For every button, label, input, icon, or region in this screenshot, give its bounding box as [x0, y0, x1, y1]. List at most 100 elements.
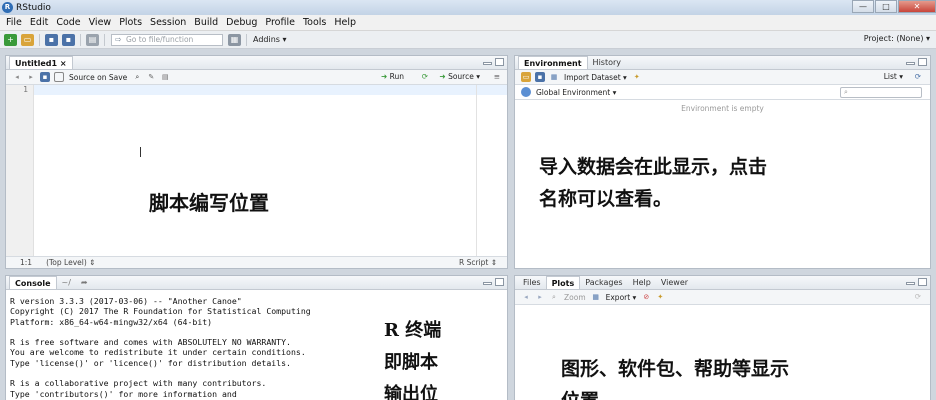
code-editor[interactable]: 1 脚本编写位置: [6, 85, 507, 256]
menu-tools[interactable]: Tools: [299, 17, 330, 28]
console-output[interactable]: R version 3.3.3 (2017-03-06) -- "Another…: [10, 296, 311, 399]
minimize-pane-icon[interactable]: [483, 282, 492, 285]
source-button[interactable]: ➜ Source ▾: [439, 72, 480, 81]
pane-layout-icon[interactable]: ▦: [228, 33, 241, 46]
environment-search-input[interactable]: ⌕: [840, 87, 922, 98]
previous-plot-icon[interactable]: ◂: [521, 292, 531, 302]
zoom-button[interactable]: Zoom: [564, 293, 586, 302]
save-workspace-icon[interactable]: ▪: [535, 72, 545, 82]
goto-file-input[interactable]: Go to file/function: [111, 33, 223, 46]
source-arrow-icon: ➜: [439, 72, 449, 81]
files-pane: Files Plots Packages Help Viewer ◂ ▸ ⌕ Z…: [514, 275, 931, 400]
save-icon[interactable]: ▪: [45, 33, 58, 46]
files-tabs: Files Plots Packages Help Viewer: [515, 276, 930, 290]
console-line: Type 'license()' or 'licence()' for dist…: [10, 357, 291, 368]
tab-untitled1[interactable]: Untitled1 ×: [9, 56, 73, 69]
toolbar-divider: [104, 33, 105, 46]
menu-profile[interactable]: Profile: [261, 17, 299, 28]
tab-files[interactable]: Files: [518, 276, 546, 289]
maximize-pane-icon[interactable]: [918, 278, 927, 286]
environment-pane: Environment History ▭ ▪ ▦ Import Dataset…: [514, 55, 931, 269]
menu-build[interactable]: Build: [190, 17, 222, 28]
tab-environment[interactable]: Environment: [518, 56, 588, 69]
title-bar: R RStudio — □ ✕: [0, 0, 936, 15]
search-icon[interactable]: ⌕: [132, 72, 142, 82]
project-menu[interactable]: Project: (None) ▾: [864, 34, 930, 43]
main-toolbar: + ▭ ▪ ▪ ▤ Go to file/function ▦ Addins ▾…: [0, 31, 936, 49]
close-button[interactable]: ✕: [898, 0, 936, 13]
maximize-pane-icon[interactable]: [495, 58, 504, 66]
pane-controls: [906, 278, 927, 286]
menu-plots[interactable]: Plots: [115, 17, 146, 28]
global-environment-menu[interactable]: Global Environment ▾: [536, 88, 616, 97]
menu-view[interactable]: View: [85, 17, 116, 28]
menu-debug[interactable]: Debug: [222, 17, 261, 28]
cursor-position: 1:1: [20, 258, 33, 267]
text-cursor-icon: [140, 147, 141, 157]
minimize-button[interactable]: —: [852, 0, 874, 13]
console-working-dir: ~/: [61, 278, 71, 287]
tab-packages[interactable]: Packages: [580, 276, 627, 289]
console-annotation-line3: 输出位: [384, 384, 438, 400]
maximize-pane-icon[interactable]: [495, 278, 504, 286]
back-arrow-icon[interactable]: ◂: [12, 72, 22, 82]
minimize-pane-icon[interactable]: [906, 282, 915, 285]
console-line: You are welcome to redistribute it under…: [10, 347, 306, 358]
file-type-menu[interactable]: R Script ⇕: [459, 258, 497, 267]
clear-broom-icon[interactable]: ✦: [632, 72, 642, 82]
import-dataset-menu[interactable]: Import Dataset ▾: [564, 73, 627, 82]
source-toolbar: ◂ ▸ ▪ Source on Save ⌕ ✎ ▤ ➜ Run ⟳ ➜ Sou…: [6, 70, 507, 85]
save-source-icon[interactable]: ▪: [40, 72, 50, 82]
goto-dir-icon[interactable]: ➦: [76, 276, 93, 289]
maximize-button[interactable]: □: [875, 0, 897, 13]
window-controls: — □ ✕: [851, 0, 936, 15]
source-on-save-checkbox[interactable]: [54, 72, 64, 82]
addins-menu[interactable]: Addins ▾: [253, 35, 287, 44]
pane-controls: [483, 278, 504, 286]
console-line: Copyright (C) 2017 The R Foundation for …: [10, 306, 311, 317]
code-tools-icon[interactable]: ✎: [146, 72, 156, 82]
run-button[interactable]: ➜ Run: [381, 72, 404, 81]
minimize-pane-icon[interactable]: [906, 62, 915, 65]
menu-help[interactable]: Help: [330, 17, 360, 28]
line-gutter: 1: [6, 85, 34, 256]
rerun-icon[interactable]: ⟳: [422, 72, 428, 81]
tab-help[interactable]: Help: [628, 276, 656, 289]
save-all-icon[interactable]: ▪: [62, 33, 75, 46]
compile-report-icon[interactable]: ▤: [160, 72, 170, 82]
menu-edit[interactable]: Edit: [26, 17, 52, 28]
clear-broom-icon[interactable]: ✦: [655, 292, 665, 302]
source-label: Source ▾: [448, 72, 480, 81]
source-tabs: Untitled1 ×: [6, 56, 507, 70]
tab-history[interactable]: History: [588, 56, 626, 69]
refresh-icon[interactable]: ⟳: [915, 72, 921, 81]
menu-file[interactable]: File: [2, 17, 26, 28]
tab-plots[interactable]: Plots: [545, 276, 581, 289]
console-line: R is a collaborative project with many c…: [10, 378, 267, 389]
next-plot-icon[interactable]: ▸: [535, 292, 545, 302]
tab-console[interactable]: Console: [9, 276, 57, 289]
environment-scope-bar: Global Environment ▾ ⌕: [515, 85, 930, 100]
scope-menu[interactable]: (Top Level) ⇕: [46, 258, 95, 267]
tab-viewer[interactable]: Viewer: [656, 276, 693, 289]
refresh-icon[interactable]: ⟳: [915, 292, 921, 301]
list-view-menu[interactable]: List ▾: [884, 72, 903, 81]
console-line: Type 'contributors()' for more informati…: [10, 388, 237, 399]
export-menu[interactable]: Export ▾: [606, 293, 637, 302]
outline-icon[interactable]: ≡: [494, 72, 500, 81]
line-number: 1: [23, 85, 28, 94]
menu-code[interactable]: Code: [52, 17, 84, 28]
maximize-pane-icon[interactable]: [918, 58, 927, 66]
console-annotation-line2: 即脚本: [384, 352, 438, 373]
console-line: ​: [10, 327, 311, 337]
forward-arrow-icon[interactable]: ▸: [26, 72, 36, 82]
minimize-pane-icon[interactable]: [483, 62, 492, 65]
menu-session[interactable]: Session: [146, 17, 190, 28]
print-icon[interactable]: ▤: [86, 33, 99, 46]
load-workspace-icon[interactable]: ▭: [521, 72, 531, 82]
open-file-icon[interactable]: ▭: [21, 33, 34, 46]
remove-plot-icon[interactable]: ⊘: [641, 292, 651, 302]
run-label: Run: [389, 72, 404, 81]
new-file-icon[interactable]: +: [4, 33, 17, 46]
source-on-save-label: Source on Save: [69, 72, 128, 82]
